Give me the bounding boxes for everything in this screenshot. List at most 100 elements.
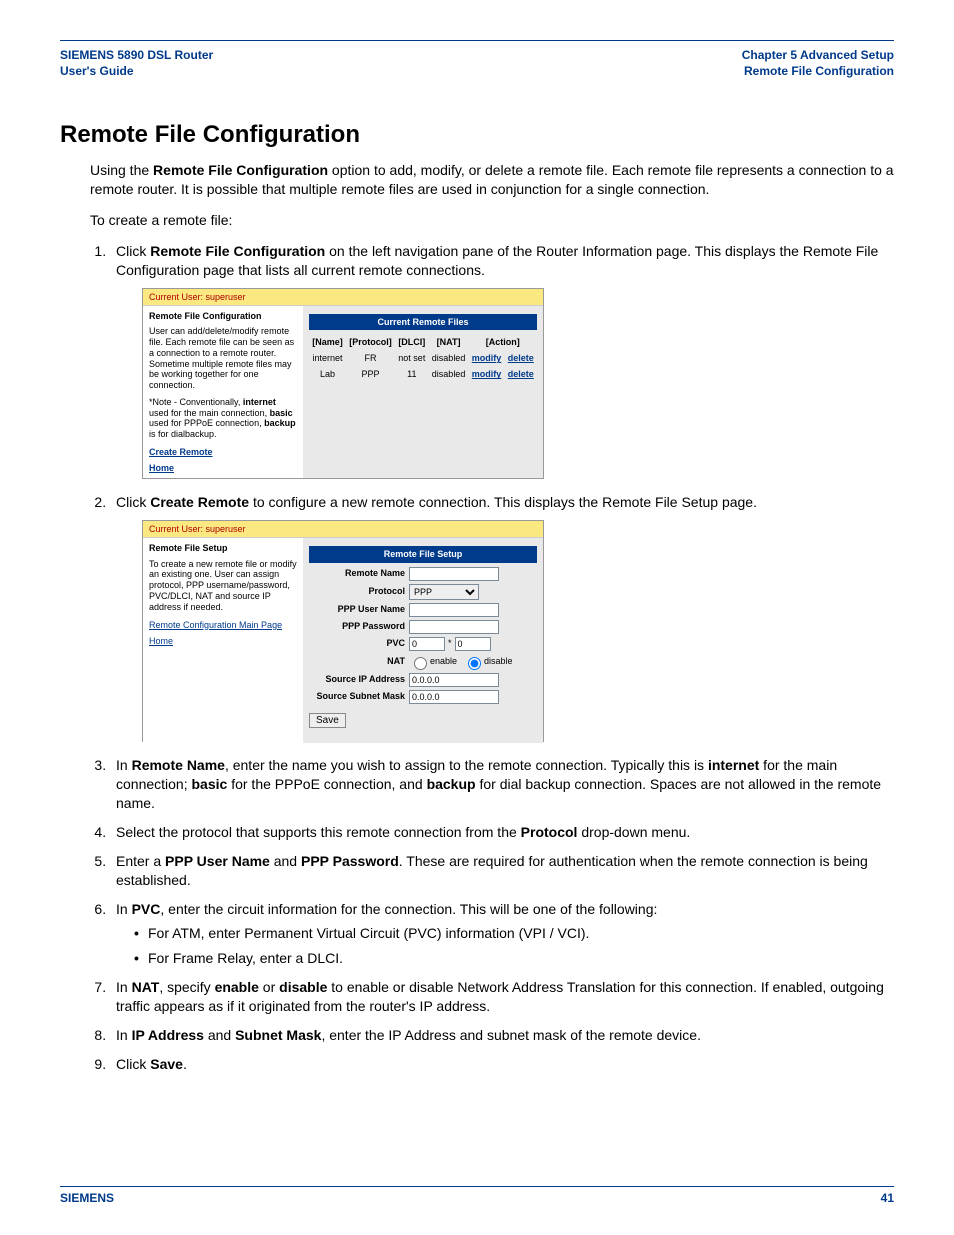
- input-source-ip[interactable]: [409, 673, 499, 687]
- th-protocol: [Protocol]: [346, 334, 395, 350]
- shot1-title: Remote File Configuration: [149, 310, 297, 322]
- radio-nat-disable[interactable]: [468, 657, 481, 670]
- header-right: Chapter 5 Advanced Setup Remote File Con…: [742, 47, 894, 79]
- link-home[interactable]: Home: [149, 635, 297, 647]
- link-modify[interactable]: modify: [472, 353, 502, 363]
- text: *Note - Conventionally,: [149, 397, 243, 407]
- text-bold: Subnet Mask: [235, 1027, 321, 1043]
- steps-list: Click Remote File Configuration on the l…: [60, 242, 894, 1074]
- text: In: [116, 757, 132, 773]
- footer-brand: SIEMENS: [60, 1191, 114, 1205]
- text: Click: [116, 494, 150, 510]
- label-nat: NAT: [309, 655, 409, 667]
- link-delete[interactable]: delete: [508, 369, 534, 379]
- text-bold: backup: [427, 776, 476, 792]
- text-bold: enable: [215, 979, 259, 995]
- text: Using the: [90, 162, 153, 178]
- text: enable: [430, 655, 457, 667]
- save-button[interactable]: Save: [309, 713, 346, 728]
- step-5: Enter a PPP User Name and PPP Password. …: [110, 852, 894, 890]
- text-bold: Save: [150, 1056, 183, 1072]
- step-2: Click Create Remote to configure a new r…: [110, 493, 894, 742]
- bullet-frame-relay: For Frame Relay, enter a DLCI.: [134, 949, 894, 968]
- text-bold: basic: [192, 776, 228, 792]
- text-bold: PVC: [132, 901, 161, 917]
- link-modify[interactable]: modify: [472, 369, 502, 379]
- text: Select the protocol that supports this r…: [116, 824, 521, 840]
- table-header-row: [Name] [Protocol] [DLCI] [NAT] [Action]: [309, 334, 537, 350]
- step-4: Select the protocol that supports this r…: [110, 823, 894, 842]
- table-row: Lab PPP 11 disabled modify delete: [309, 366, 537, 382]
- footer-rule: [60, 1186, 894, 1187]
- intro-paragraph: Using the Remote File Configuration opti…: [90, 161, 894, 199]
- cell-proto: PPP: [346, 366, 395, 382]
- input-pvc-2[interactable]: [455, 637, 491, 651]
- step-6: In PVC, enter the circuit information fo…: [110, 900, 894, 969]
- bullet-atm: For ATM, enter Permanent Virtual Circuit…: [134, 924, 894, 943]
- radio-nat-enable[interactable]: [414, 657, 427, 670]
- page-footer: SIEMENS 41: [60, 1186, 894, 1205]
- current-remote-files-table: [Name] [Protocol] [DLCI] [NAT] [Action] …: [309, 334, 537, 382]
- text: In: [116, 979, 132, 995]
- link-remote-config-main[interactable]: Remote Configuration Main Page: [149, 619, 297, 631]
- text: In: [116, 1027, 132, 1043]
- header-guide: User's Guide: [60, 63, 213, 79]
- section-title: Remote File Configuration: [60, 121, 894, 149]
- text-bold: disable: [279, 979, 327, 995]
- text: , enter the name you wish to assign to t…: [225, 757, 708, 773]
- text: , enter the circuit information for the …: [160, 901, 657, 917]
- label-source-ip: Source IP Address: [309, 673, 409, 685]
- input-pvc-1[interactable]: [409, 637, 445, 651]
- text: Click: [116, 243, 150, 259]
- input-ppp-user[interactable]: [409, 603, 499, 617]
- radio-nat-disable-label: disable: [463, 654, 513, 670]
- link-delete[interactable]: delete: [508, 353, 534, 363]
- select-protocol[interactable]: PPP: [409, 584, 479, 600]
- header-left: SIEMENS 5890 DSL Router User's Guide: [60, 47, 213, 79]
- screenshot-remote-file-config: Current User: superuser Remote File Conf…: [142, 288, 544, 480]
- label-source-mask: Source Subnet Mask: [309, 690, 409, 702]
- text: to configure a new remote connection. Th…: [249, 494, 757, 510]
- screenshot-remote-file-setup: Current User: superuser Remote File Setu…: [142, 520, 544, 742]
- table-title: Current Remote Files: [309, 314, 537, 330]
- step-3: In Remote Name, enter the name you wish …: [110, 756, 894, 813]
- text: .: [183, 1056, 187, 1072]
- cell-proto: FR: [346, 350, 395, 366]
- table-row: internet FR not set disabled modify dele…: [309, 350, 537, 366]
- input-remote-name[interactable]: [409, 567, 499, 581]
- shot1-desc: User can add/delete/modify remote file. …: [149, 326, 297, 391]
- text: and: [270, 853, 301, 869]
- label-remote-name: Remote Name: [309, 567, 409, 579]
- footer-page-number: 41: [881, 1191, 894, 1205]
- text: , specify: [159, 979, 214, 995]
- text-bold: IP Address: [132, 1027, 204, 1043]
- link-create-remote[interactable]: Create Remote: [149, 446, 297, 458]
- panel-title: Remote File Setup: [309, 546, 537, 562]
- text: is for dialbackup.: [149, 429, 217, 439]
- header-section: Remote File Configuration: [742, 63, 894, 79]
- text-bold: Remote File Configuration: [150, 243, 325, 259]
- label-ppp-user: PPP User Name: [309, 603, 409, 615]
- text: In: [116, 901, 132, 917]
- header-product: SIEMENS 5890 DSL Router: [60, 47, 213, 63]
- cell-nat: disabled: [429, 366, 469, 382]
- radio-nat-enable-label: enable: [409, 654, 457, 670]
- step-1: Click Remote File Configuration on the l…: [110, 242, 894, 479]
- input-ppp-password[interactable]: [409, 620, 499, 634]
- text: used for PPPoE connection,: [149, 418, 264, 428]
- cell-nat: disabled: [429, 350, 469, 366]
- text-bold: Create Remote: [150, 494, 249, 510]
- th-nat: [NAT]: [429, 334, 469, 350]
- text-bold: PPP Password: [301, 853, 399, 869]
- cell-dlci: not set: [395, 350, 428, 366]
- input-source-mask[interactable]: [409, 690, 499, 704]
- label-pvc: PVC: [309, 637, 409, 649]
- shot1-note: *Note - Conventionally, internet used fo…: [149, 397, 297, 440]
- text: drop-down menu.: [577, 824, 690, 840]
- text: , enter the IP Address and subnet mask o…: [321, 1027, 701, 1043]
- text: used for the main connection,: [149, 408, 270, 418]
- header-chapter: Chapter 5 Advanced Setup: [742, 47, 894, 63]
- step-6-bullets: For ATM, enter Permanent Virtual Circuit…: [116, 924, 894, 968]
- text-bold: Protocol: [521, 824, 578, 840]
- link-home[interactable]: Home: [149, 462, 297, 474]
